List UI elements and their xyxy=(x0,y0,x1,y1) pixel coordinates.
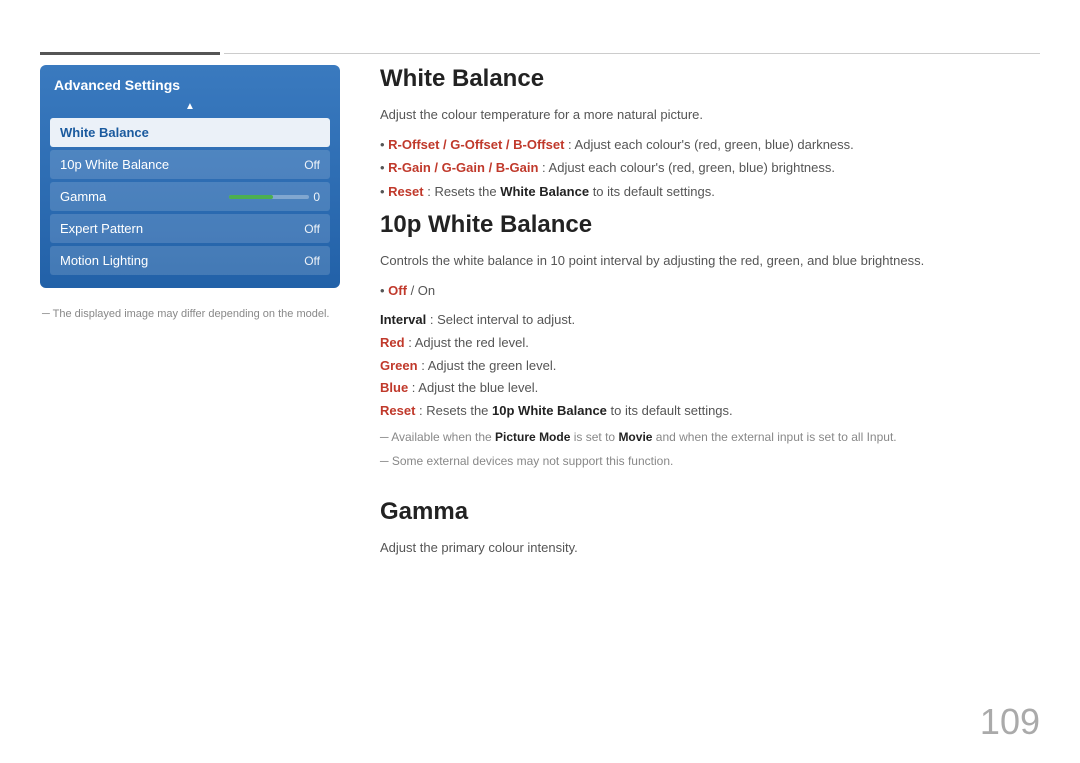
interval-label: Interval xyxy=(380,312,426,327)
reset-10p-line: Reset : Resets the 10p White Balance to … xyxy=(380,401,1040,422)
interval-desc: : Select interval to adjust. xyxy=(430,312,575,327)
menu-item-label: Expert Pattern xyxy=(60,221,143,236)
top-line-dark xyxy=(40,52,220,55)
main-content: White Balance Adjust the colour temperat… xyxy=(380,65,1040,723)
gamma-intro: Adjust the primary colour intensity. xyxy=(380,538,1040,558)
note-external-devices: Some external devices may not support th… xyxy=(380,452,1040,470)
slider-track xyxy=(229,195,309,199)
menu-item-value: Off xyxy=(304,158,320,172)
sidebar: Advanced Settings ▲ White Balance 10p Wh… xyxy=(40,65,340,320)
slider-value: 0 xyxy=(313,190,320,204)
10p-bullets: Off / On xyxy=(380,279,1040,303)
menu-item-value: Off xyxy=(304,254,320,268)
10p-white-balance-title: 10p White Balance xyxy=(380,211,1040,239)
reset-10p-bold: 10p White Balance xyxy=(492,403,607,418)
note-picture-mode: Available when the Picture Mode is set t… xyxy=(380,428,1040,446)
menu-item-label: White Balance xyxy=(60,125,149,140)
advanced-settings-box: Advanced Settings ▲ White Balance 10p Wh… xyxy=(40,65,340,288)
top-lines xyxy=(40,52,1040,55)
off-label: Off xyxy=(388,283,407,298)
menu-item-label: Motion Lighting xyxy=(60,253,148,268)
on-label: / On xyxy=(411,283,436,298)
r-offset-desc: : Adjust each colour's (red, green, blue… xyxy=(568,137,854,152)
red-line: Red : Adjust the red level. xyxy=(380,333,1040,354)
reset-wb-label: Reset xyxy=(388,184,423,199)
page-number: 109 xyxy=(980,701,1040,743)
menu-item-label: 10p White Balance xyxy=(60,157,169,172)
sidebar-note: The displayed image may differ depending… xyxy=(40,308,340,320)
10p-sub-section: Interval : Select interval to adjust. Re… xyxy=(380,310,1040,422)
bullet-reset-wb: Reset : Resets the White Balance to its … xyxy=(380,180,1040,204)
arrow-up-icon: ▲ xyxy=(50,101,330,112)
red-label: Red xyxy=(380,335,405,350)
green-line: Green : Adjust the green level. xyxy=(380,356,1040,377)
blue-line: Blue : Adjust the blue level. xyxy=(380,378,1040,399)
gamma-title: Gamma xyxy=(380,498,1040,526)
reset-10p-end: to its default settings. xyxy=(611,403,733,418)
movie-bold: Movie xyxy=(618,430,652,444)
green-desc: : Adjust the green level. xyxy=(421,358,556,373)
interval-line: Interval : Select interval to adjust. xyxy=(380,310,1040,331)
slider-fill xyxy=(229,195,273,199)
bullet-off-on: Off / On xyxy=(380,279,1040,303)
gamma-slider: 0 xyxy=(229,190,320,204)
reset-10p-desc: : Resets the xyxy=(419,403,492,418)
reset-wb-bold: White Balance xyxy=(500,184,589,199)
menu-item-value: Off xyxy=(304,222,320,236)
10p-white-balance-intro: Controls the white balance in 10 point i… xyxy=(380,251,1040,271)
blue-label: Blue xyxy=(380,380,408,395)
green-label: Green xyxy=(380,358,418,373)
advanced-settings-title: Advanced Settings xyxy=(50,77,330,93)
r-gain-desc: : Adjust each colour's (red, green, blue… xyxy=(542,160,835,175)
menu-item-gamma[interactable]: Gamma 0 xyxy=(50,182,330,211)
reset-wb-end: to its default settings. xyxy=(593,184,715,199)
menu-item-expert-pattern[interactable]: Expert Pattern Off xyxy=(50,214,330,243)
reset-10p-label: Reset xyxy=(380,403,415,418)
menu-item-motion-lighting[interactable]: Motion Lighting Off xyxy=(50,246,330,275)
menu-item-10p-white-balance[interactable]: 10p White Balance Off xyxy=(50,150,330,179)
bullet-r-offset: R-Offset / G-Offset / B-Offset : Adjust … xyxy=(380,133,1040,157)
r-offset-label: R-Offset / G-Offset / B-Offset xyxy=(388,137,564,152)
white-balance-title: White Balance xyxy=(380,65,1040,93)
bullet-r-gain: R-Gain / G-Gain / B-Gain : Adjust each c… xyxy=(380,156,1040,180)
menu-item-label: Gamma xyxy=(60,189,106,204)
r-gain-label: R-Gain / G-Gain / B-Gain xyxy=(388,160,538,175)
menu-item-white-balance[interactable]: White Balance xyxy=(50,118,330,147)
reset-wb-desc: : Resets the xyxy=(427,184,500,199)
red-desc: : Adjust the red level. xyxy=(408,335,529,350)
picture-mode-bold: Picture Mode xyxy=(495,430,570,444)
white-balance-bullets: R-Offset / G-Offset / B-Offset : Adjust … xyxy=(380,133,1040,204)
white-balance-intro: Adjust the colour temperature for a more… xyxy=(380,105,1040,125)
top-line-light xyxy=(224,53,1040,54)
blue-desc: : Adjust the blue level. xyxy=(412,380,538,395)
